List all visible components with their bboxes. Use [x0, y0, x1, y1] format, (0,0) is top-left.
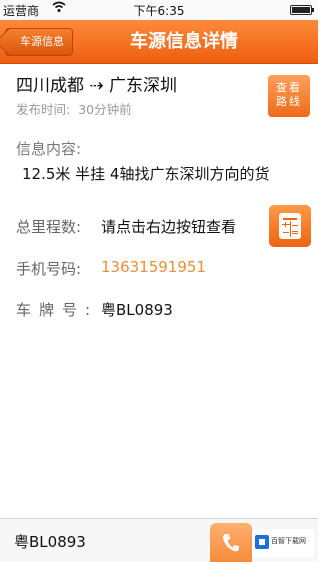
plate-label: 车牌号:: [16, 301, 99, 319]
status-bar: 运营商 下午6:35: [0, 0, 318, 20]
info-label: 信息内容:: [16, 140, 82, 158]
route-text: 四川成都 ⇢ 广东深圳: [16, 76, 178, 96]
call-button[interactable]: [210, 523, 252, 562]
view-route-button[interactable]: 查看路线: [268, 75, 310, 117]
mileage-label: 总里程数:: [16, 218, 82, 236]
bottom-bar: 粤BL0893 百智下载网: [0, 518, 318, 562]
calculator-icon: [279, 213, 301, 239]
phone-label: 手机号码:: [16, 260, 82, 278]
watermark-icon: [255, 535, 269, 549]
navigation-bar: 车源信息 车源信息详情: [0, 20, 318, 64]
plate-number: 粤BL0893: [101, 301, 173, 319]
publish-time: 发布时间: 30分钟前: [16, 99, 132, 118]
publish-time-label: 发布时间:: [16, 102, 71, 117]
phone-icon: [223, 534, 239, 552]
publish-time-value: 30分钟前: [78, 102, 132, 117]
battery-icon: [290, 5, 314, 15]
info-content: 12.5米 半挂 4轴找广东深圳方向的货: [22, 165, 270, 183]
calculate-mileage-button[interactable]: [269, 205, 311, 247]
watermark-logo: 百智下载网: [252, 529, 314, 557]
page-title: 车源信息详情: [130, 31, 238, 52]
bottom-plate-number: 粤BL0893: [14, 533, 86, 551]
mileage-value: 请点击右边按钮查看: [101, 218, 237, 236]
back-button[interactable]: 车源信息: [5, 28, 73, 56]
watermark-text: 百智下载网: [271, 537, 306, 545]
phone-number[interactable]: 13631591951: [101, 258, 206, 276]
status-time: 下午6:35: [133, 4, 185, 18]
